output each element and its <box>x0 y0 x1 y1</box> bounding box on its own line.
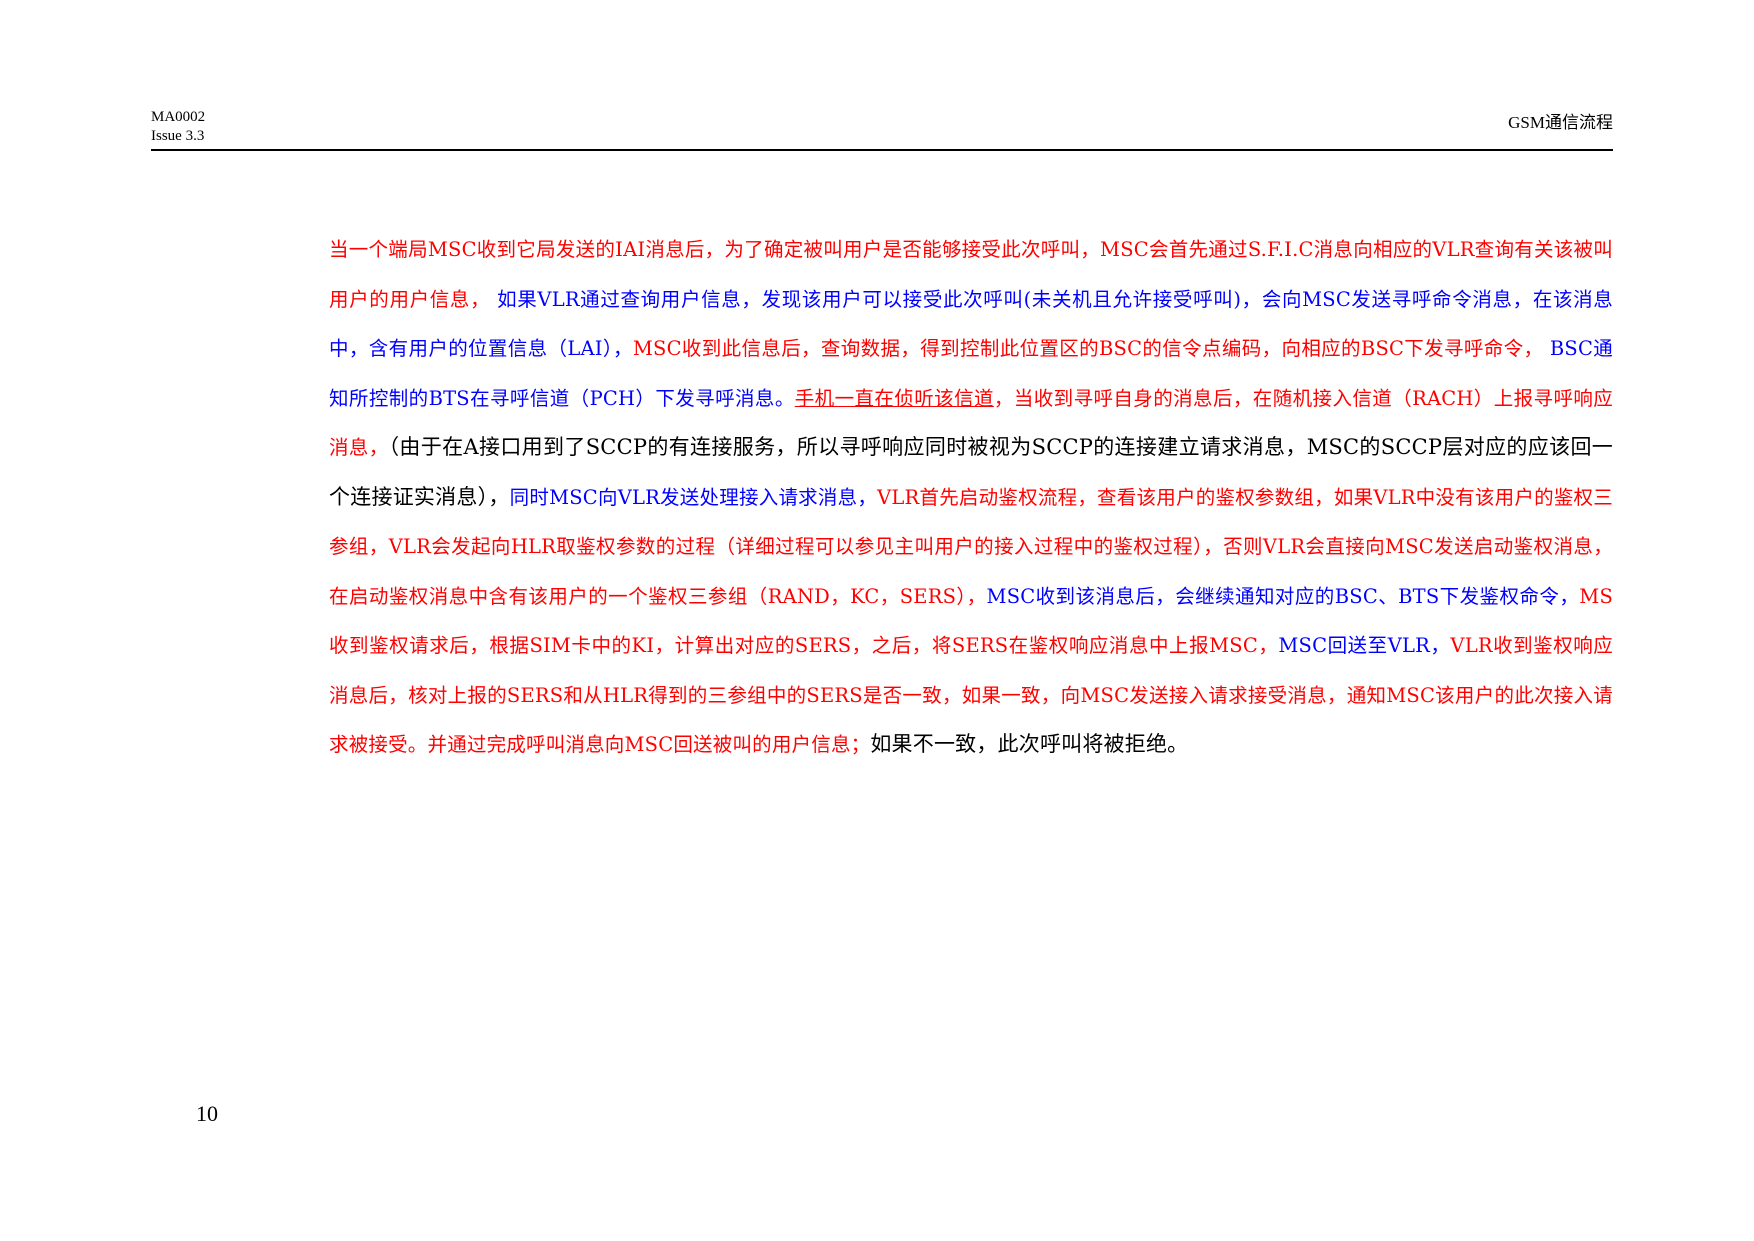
page-number: 10 <box>196 1101 218 1126</box>
segment-blue: MSC收到该消息后，会继续通知对应的BSC、BTS下发鉴权命令， <box>986 584 1580 608</box>
body-paragraph: 当一个端局MSC收到它局发送的IAI消息后，为了确定被叫用户是否能够接受此次呼叫… <box>329 225 1613 770</box>
document-id: MA0002 <box>151 109 206 125</box>
document-title: GSM通信流程 <box>1508 113 1613 132</box>
segment-black: 如果不一致，此次呼叫将被拒绝。 <box>870 732 1189 756</box>
issue-number: Issue 3.3 <box>151 128 205 144</box>
segment-red: MSC收到此信息后，查询数据，得到控制此位置区的BSC的信令点编码，向相应的BS… <box>632 337 1544 360</box>
document-id-block: MA0002 Issue 3.3 <box>151 108 205 146</box>
header-rule <box>151 149 1613 151</box>
segment-blue: MSC回送至VLR， <box>1278 634 1451 657</box>
segment-blue: 同时MSC向VLR发送处理接入请求消息， <box>509 485 878 509</box>
segment-red-underlined: 手机一直在侦听该信道 <box>794 386 994 410</box>
